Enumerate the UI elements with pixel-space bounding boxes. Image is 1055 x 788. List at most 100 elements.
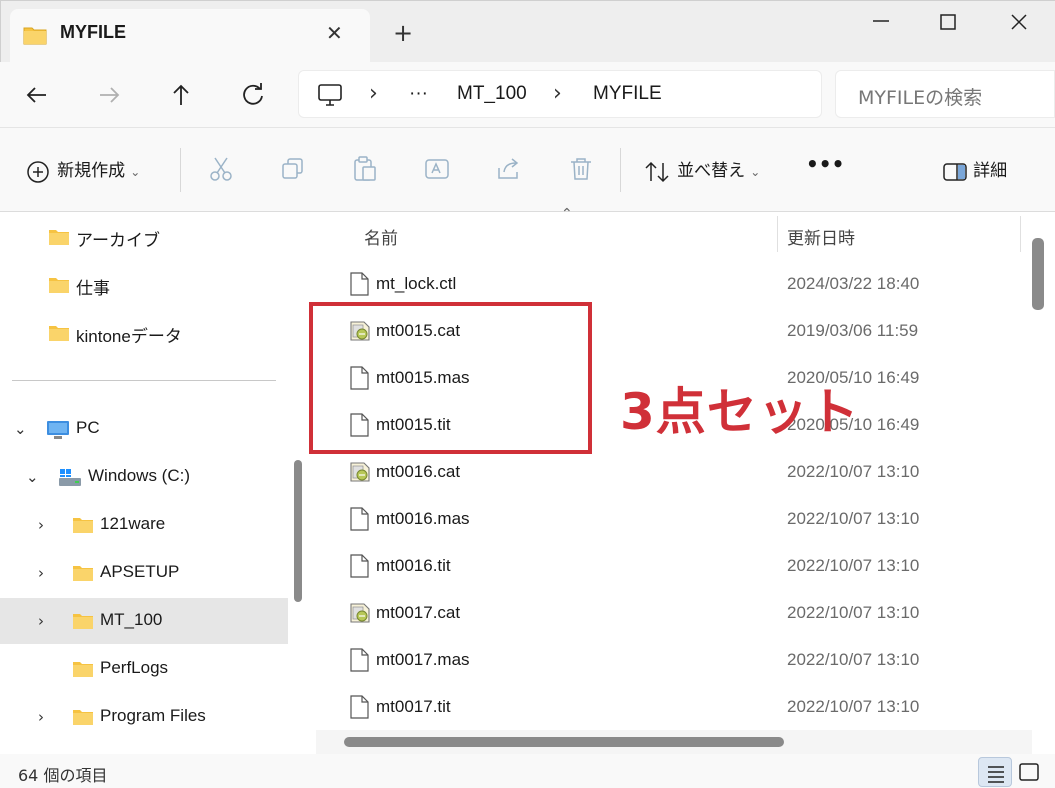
breadcrumb-myfile[interactable]: MYFILE bbox=[593, 83, 662, 105]
toolbar-divider bbox=[620, 148, 621, 192]
new-button[interactable]: 新規作成 ⌄ bbox=[26, 156, 140, 185]
table-row[interactable]: mt0016.mas 2022/10/07 13:10 bbox=[316, 497, 1016, 543]
table-row[interactable]: mt0016.tit 2022/10/07 13:10 bbox=[316, 544, 1016, 590]
maximize-button[interactable] bbox=[929, 11, 969, 35]
file-date: 2022/10/07 13:10 bbox=[787, 697, 920, 716]
chevron-right-icon[interactable]: › bbox=[38, 564, 44, 582]
sidebar-item-archive[interactable]: アーカイブ bbox=[0, 214, 288, 260]
folder-icon bbox=[72, 564, 94, 586]
tab-myfile[interactable]: MYFILE ✕ bbox=[10, 9, 370, 63]
catalog-file-icon bbox=[348, 601, 372, 629]
sidebar-item-apsetup[interactable]: › APSETUP bbox=[0, 550, 288, 596]
new-tab-button[interactable]: + bbox=[393, 19, 413, 47]
refresh-icon[interactable] bbox=[238, 80, 268, 110]
rename-icon[interactable] bbox=[424, 156, 450, 186]
close-tab-icon[interactable]: ✕ bbox=[326, 21, 343, 45]
search-input[interactable]: MYFILEの検索 bbox=[835, 70, 1055, 118]
details-pane-icon bbox=[943, 162, 967, 181]
up-arrow-icon[interactable] bbox=[166, 80, 196, 110]
horizontal-scrollbar-thumb[interactable] bbox=[344, 737, 784, 747]
table-row[interactable]: mt0017.tit 2022/10/07 13:10 bbox=[316, 685, 1016, 731]
chevron-down-icon[interactable]: ⌄ bbox=[14, 420, 27, 438]
file-name: mt0017.cat bbox=[376, 603, 461, 622]
pc-icon bbox=[317, 83, 343, 111]
folder-icon bbox=[48, 276, 70, 298]
chevron-right-icon[interactable]: › bbox=[38, 708, 44, 726]
search-placeholder: MYFILEの検索 bbox=[858, 87, 983, 109]
sidebar-item-mt100[interactable]: › MT_100 bbox=[0, 598, 288, 644]
address-row: › ··· MT_100 › MYFILE MYFILEの検索 bbox=[0, 62, 1055, 128]
folder-icon bbox=[23, 25, 47, 49]
file-date: 2022/10/07 13:10 bbox=[787, 556, 920, 575]
sidebar-item-pc[interactable]: ⌄ PC bbox=[0, 406, 288, 452]
sidebar-item-label: Program Files bbox=[100, 706, 206, 725]
share-icon[interactable] bbox=[496, 156, 522, 186]
status-bar: 64 個の項目 bbox=[0, 754, 1055, 788]
breadcrumb-overflow[interactable]: ··· bbox=[409, 83, 428, 105]
table-row[interactable]: mt0017.cat 2022/10/07 13:10 bbox=[316, 591, 1016, 637]
folder-icon bbox=[72, 516, 94, 538]
minimize-button[interactable] bbox=[861, 11, 901, 35]
chevron-down-icon: ⌄ bbox=[750, 165, 761, 179]
pc-icon bbox=[46, 420, 70, 444]
sort-icon bbox=[645, 161, 669, 182]
cut-icon[interactable] bbox=[208, 156, 234, 186]
chevron-right-icon[interactable]: › bbox=[553, 81, 562, 106]
column-header-modified[interactable]: 更新日時 bbox=[787, 224, 855, 249]
column-divider[interactable] bbox=[777, 216, 778, 252]
sidebar-item-121ware[interactable]: › 121ware bbox=[0, 502, 288, 548]
copy-icon[interactable] bbox=[280, 156, 306, 186]
sidebar-item-label: PC bbox=[76, 418, 100, 437]
file-date: 2024/03/22 18:40 bbox=[787, 274, 920, 293]
command-toolbar: 新規作成 ⌄ 並べ替え ⌄ ••• 詳細 bbox=[0, 128, 1055, 212]
file-name: mt0017.mas bbox=[376, 650, 470, 669]
sort-button[interactable]: 並べ替え ⌄ bbox=[644, 156, 760, 185]
title-bar: MYFILE ✕ + bbox=[0, 0, 1055, 63]
column-header-name[interactable]: 名前 bbox=[364, 224, 398, 249]
folder-icon bbox=[48, 324, 70, 346]
chevron-right-icon[interactable]: › bbox=[38, 612, 44, 630]
table-row[interactable]: mt0016.cat 2022/10/07 13:10 bbox=[316, 450, 1016, 496]
file-name: mt0016.tit bbox=[376, 556, 451, 575]
file-date: 2022/10/07 13:10 bbox=[787, 462, 920, 481]
breadcrumb-mt100[interactable]: MT_100 bbox=[457, 83, 527, 105]
chevron-down-icon[interactable]: ⌄ bbox=[26, 468, 39, 486]
folder-icon bbox=[72, 708, 94, 730]
delete-icon[interactable] bbox=[568, 156, 594, 186]
file-icon bbox=[348, 695, 370, 723]
sidebar-item-work[interactable]: 仕事 bbox=[0, 262, 288, 308]
file-name: mt0017.tit bbox=[376, 697, 451, 716]
tab-title: MYFILE bbox=[60, 22, 126, 42]
folder-icon bbox=[72, 660, 94, 682]
folder-icon bbox=[72, 612, 94, 634]
forward-arrow-icon[interactable] bbox=[94, 80, 124, 110]
large-icons-view-button[interactable] bbox=[1018, 762, 1042, 788]
sidebar-item-perflogs[interactable]: PerfLogs bbox=[0, 646, 288, 692]
plus-circle-icon bbox=[27, 160, 49, 183]
file-icon bbox=[348, 272, 370, 300]
file-icon bbox=[348, 648, 370, 676]
details-view-button[interactable] bbox=[978, 757, 1012, 787]
paste-icon[interactable] bbox=[352, 156, 378, 186]
sidebar-item-program-files[interactable]: › Program Files bbox=[0, 694, 288, 740]
more-options-button[interactable]: ••• bbox=[806, 152, 844, 176]
chevron-right-icon[interactable]: › bbox=[369, 81, 378, 106]
vertical-scrollbar-thumb[interactable] bbox=[1032, 238, 1044, 310]
back-arrow-icon[interactable] bbox=[22, 80, 52, 110]
table-row[interactable]: mt0017.mas 2022/10/07 13:10 bbox=[316, 638, 1016, 684]
sidebar-item-label: MT_100 bbox=[100, 610, 163, 629]
chevron-right-icon[interactable]: › bbox=[38, 516, 44, 534]
file-icon bbox=[348, 554, 370, 582]
details-button[interactable]: 詳細 bbox=[942, 156, 1007, 184]
scrollbar-thumb[interactable] bbox=[294, 460, 302, 602]
sidebar-item-windows-c[interactable]: ⌄ Windows (C:) bbox=[0, 454, 288, 500]
window-close-button[interactable] bbox=[999, 11, 1039, 35]
column-divider[interactable] bbox=[1020, 216, 1021, 252]
highlight-box bbox=[309, 302, 592, 454]
sort-ascending-icon: ⌃ bbox=[561, 206, 573, 222]
drive-icon bbox=[58, 468, 82, 492]
sidebar-item-label: kintoneデータ bbox=[76, 327, 182, 346]
sidebar-item-kintone[interactable]: kintoneデータ bbox=[0, 310, 288, 356]
address-bar[interactable]: › ··· MT_100 › MYFILE bbox=[298, 70, 822, 118]
file-date: 2022/10/07 13:10 bbox=[787, 603, 920, 622]
